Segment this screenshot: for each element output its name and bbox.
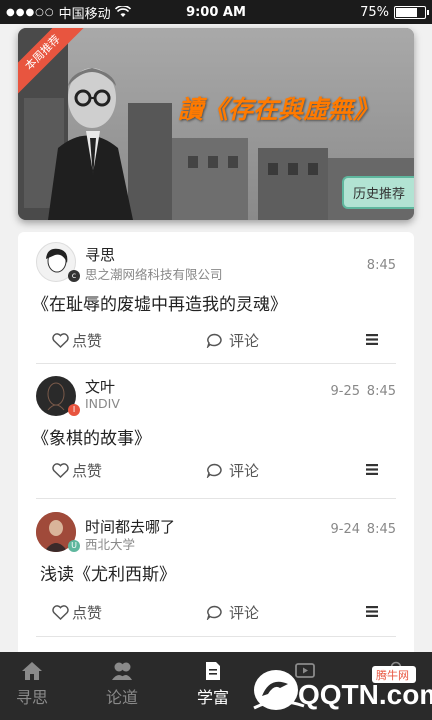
menu-icon[interactable] xyxy=(366,606,378,617)
featured-banner[interactable]: 本周推荐 讀《存在與虛無》 历史推荐 xyxy=(18,28,414,220)
tab-xuefu[interactable]: 学富 xyxy=(173,660,253,708)
post-time: 8:45 xyxy=(366,258,396,273)
divider xyxy=(36,498,396,499)
watermark-tag: 腾牛网 xyxy=(376,668,409,682)
post-time: 8:45 xyxy=(366,522,396,537)
battery-icon xyxy=(394,5,429,19)
post-item[interactable]: c 寻思 思之潮网络科技有限公司 8:45 《在耻辱的废墟中再造我的灵魂》 点赞… xyxy=(18,232,414,362)
post-date: 9-24 xyxy=(330,522,360,537)
comment-label: 评论 xyxy=(229,604,260,622)
post-actions: 点赞 评论 xyxy=(18,602,414,626)
post-item[interactable]: U 时间都去哪了 西北大学 9-24 8:45 浅读《尤利西斯》 点赞 评论 xyxy=(18,504,414,644)
user-badge: c xyxy=(68,270,80,282)
tab-xunsi[interactable]: 寻思 xyxy=(0,660,72,708)
banner-title: 讀《存在與虛無》 xyxy=(178,95,379,124)
heart-icon xyxy=(52,333,69,348)
user-org: 西北大学 xyxy=(85,537,136,552)
comment-icon xyxy=(206,463,222,478)
comment-icon xyxy=(206,333,222,348)
post-feed: c 寻思 思之潮网络科技有限公司 8:45 《在耻辱的废墟中再造我的灵魂》 点赞… xyxy=(18,232,414,662)
home-icon xyxy=(22,662,42,680)
history-recommend-button[interactable]: 历史推荐 xyxy=(341,176,414,209)
status-bar: ●●●○○ 中国移动 9:00 AM 75% xyxy=(0,0,432,24)
like-label: 点赞 xyxy=(72,604,103,622)
comment-button[interactable]: 评论 xyxy=(206,330,259,351)
user-name[interactable]: 寻思 xyxy=(85,244,115,265)
users-icon xyxy=(112,662,132,680)
post-actions: 点赞 评论 xyxy=(18,330,414,354)
comment-icon xyxy=(206,605,222,620)
menu-icon[interactable] xyxy=(366,464,378,475)
divider xyxy=(36,636,396,637)
like-button[interactable]: 点赞 xyxy=(52,460,102,481)
user-org: 思之潮网络科技有限公司 xyxy=(85,267,223,282)
like-label: 点赞 xyxy=(72,462,103,480)
tab-label: 学富 xyxy=(196,688,229,707)
comment-label: 评论 xyxy=(229,462,260,480)
heart-icon xyxy=(52,605,69,620)
heart-icon xyxy=(52,463,69,478)
comment-label: 评论 xyxy=(229,332,260,350)
like-label: 点赞 xyxy=(72,332,103,350)
post-time: 8:45 xyxy=(366,384,396,399)
comment-button[interactable]: 评论 xyxy=(206,602,259,623)
post-title[interactable]: 《象棋的故事》 xyxy=(32,424,151,449)
document-icon xyxy=(206,662,220,680)
watermark-brand: QQTN.com xyxy=(298,679,432,710)
tab-label: 论道 xyxy=(105,688,138,707)
post-title[interactable]: 浅读《尤利西斯》 xyxy=(40,560,176,585)
divider xyxy=(36,363,396,364)
post-title[interactable]: 《在耻辱的废墟中再造我的灵魂》 xyxy=(32,290,287,315)
battery-percent: 75% xyxy=(360,4,389,20)
post-date: 9-25 xyxy=(330,384,360,399)
user-badge: U xyxy=(68,540,80,552)
user-badge: I xyxy=(68,404,80,416)
post-item[interactable]: I 文叶 INDIV 9-25 8:45 《象棋的故事》 点赞 评论 xyxy=(18,368,414,498)
user-org: INDIV xyxy=(85,396,120,411)
user-name[interactable]: 文叶 xyxy=(85,376,115,397)
tab-lundao[interactable]: 论道 xyxy=(82,660,162,708)
qqtn-watermark-logo: QQTN.com 腾牛网 xyxy=(253,666,432,710)
tab-label: 寻思 xyxy=(15,688,48,707)
like-button[interactable]: 点赞 xyxy=(52,602,102,623)
like-button[interactable]: 点赞 xyxy=(52,330,102,351)
comment-button[interactable]: 评论 xyxy=(206,460,259,481)
menu-icon[interactable] xyxy=(366,334,378,345)
post-actions: 点赞 评论 xyxy=(18,460,414,484)
